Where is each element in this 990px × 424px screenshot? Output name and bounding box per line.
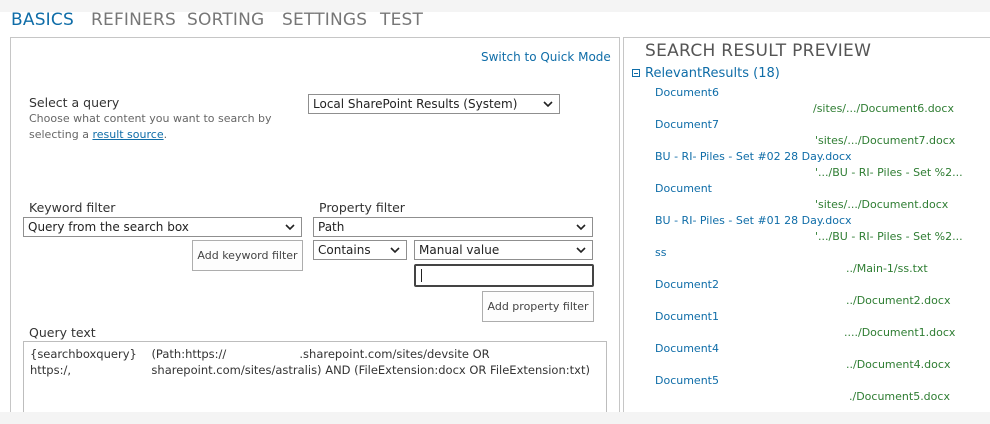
select-query-label: Select a query <box>29 95 120 110</box>
select-query-help: Choose what content you want to search b… <box>29 112 272 125</box>
text-caret <box>421 269 422 282</box>
tab-sorting[interactable]: SORTING <box>187 10 264 30</box>
property-value: Path <box>318 220 345 234</box>
collapse-minus-icon[interactable] <box>632 69 640 77</box>
tab-basics[interactable]: BASICS <box>11 10 74 30</box>
result-title[interactable]: Document5 <box>655 374 719 387</box>
switch-to-quick-mode-link[interactable]: Switch to Quick Mode <box>481 50 611 64</box>
operator-value: Contains <box>318 243 371 257</box>
result-title[interactable]: BU - RI- Piles - Set #01 28 Day.docx <box>655 214 852 227</box>
chevron-down-icon <box>390 247 400 254</box>
chevron-down-icon <box>543 101 553 108</box>
query-text-label: Query text <box>29 325 96 340</box>
result-source-link[interactable]: result source <box>92 128 163 141</box>
chevron-down-icon <box>285 224 295 231</box>
property-select[interactable]: Path <box>313 217 593 237</box>
select-query-help-line2: selecting a result source. <box>29 127 167 143</box>
result-title[interactable]: BU - RI- Piles - Set #02 28 Day.docx <box>655 150 852 163</box>
tab-settings[interactable]: SETTINGS <box>282 10 367 30</box>
result-path: ..../Document1.docx <box>844 326 956 339</box>
query-source-value: Local SharePoint Results (System) <box>313 97 518 111</box>
result-title[interactable]: Document6 <box>655 86 719 99</box>
result-path: '.../BU - RI- Piles - Set %2... <box>815 230 963 243</box>
add-keyword-filter-button[interactable]: Add keyword filter <box>192 240 303 271</box>
property-filter-label: Property filter <box>319 200 405 215</box>
tab-refiners[interactable]: REFINERS <box>91 10 176 30</box>
operator-select[interactable]: Contains <box>313 240 407 260</box>
keyword-filter-select[interactable]: Query from the search box <box>23 217 302 237</box>
result-title[interactable]: Document7 <box>655 118 719 131</box>
query-source-select[interactable]: Local SharePoint Results (System) <box>308 94 560 114</box>
result-path: ../Main-1/ss.txt <box>846 262 928 275</box>
result-path: /sites/.../Document6.docx <box>813 102 954 115</box>
bottom-strip <box>0 412 990 424</box>
add-property-filter-button[interactable]: Add property filter <box>482 291 594 322</box>
result-path: 'sites/.../Document7.docx <box>815 134 956 147</box>
query-builder-panel: Switch to Quick Mode Select a query Choo… <box>10 37 620 416</box>
result-path: '.../BU - RI- Piles - Set %2... <box>815 166 963 179</box>
result-title[interactable]: ss <box>655 246 666 259</box>
preview-title: SEARCH RESULT PREVIEW <box>645 41 872 61</box>
keyword-filter-label: Keyword filter <box>29 200 116 215</box>
select-query-help-suffix: . <box>163 128 168 141</box>
result-title[interactable]: Document4 <box>655 342 719 355</box>
result-title[interactable]: Document2 <box>655 278 719 291</box>
search-result-preview-panel: SEARCH RESULT PREVIEW RelevantResults (1… <box>623 37 990 414</box>
value-source-value: Manual value <box>419 243 500 257</box>
keyword-filter-value: Query from the search box <box>28 220 189 234</box>
result-group-label: RelevantResults (18) <box>645 66 780 81</box>
result-path: ../Document4.docx <box>846 358 951 371</box>
chevron-down-icon <box>576 224 586 231</box>
query-text-area[interactable]: {searchboxquery} (Path:https:// .sharepo… <box>23 341 607 416</box>
result-title[interactable]: Document1 <box>655 310 719 323</box>
result-title[interactable]: Document <box>655 182 712 195</box>
result-path: ./Document5.docx <box>849 390 950 403</box>
property-value-input[interactable] <box>414 264 594 287</box>
result-path: ../Document2.docx <box>846 294 951 307</box>
result-path: 'sites/.../Document.docx <box>815 198 949 211</box>
tab-test[interactable]: TEST <box>380 10 423 30</box>
value-source-select[interactable]: Manual value <box>414 240 593 260</box>
select-query-help-prefix: selecting a <box>29 128 93 141</box>
chevron-down-icon <box>576 247 586 254</box>
